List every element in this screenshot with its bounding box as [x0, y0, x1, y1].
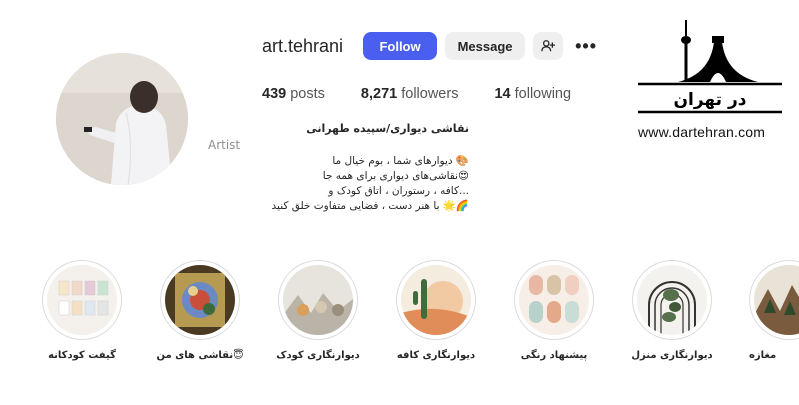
followers-count: 8,271 — [360, 86, 398, 102]
highlight-label: دیوارنگاری منزل — [631, 350, 713, 361]
highlight-ring — [42, 260, 122, 340]
highlight-cover — [401, 265, 471, 335]
more-options-button[interactable]: ••• — [571, 32, 601, 60]
highlight-item[interactable]: دیوارنگاری کودک — [263, 260, 373, 361]
profile-avatar[interactable] — [56, 53, 188, 185]
story-highlights: گیفت کودکانه 😇نقاشی های من دیوارنگاری کو… — [0, 260, 799, 370]
highlight-item[interactable]: دیوارنگاری منزل — [617, 260, 727, 361]
highlight-ring — [396, 260, 476, 340]
posts-label: posts — [290, 86, 325, 102]
highlight-cover — [637, 265, 707, 335]
profile-bio: نقاشی دیواری/سپیده طهرانی Artist 🎨 دیوار… — [208, 122, 469, 214]
following-count: 14 — [494, 86, 511, 102]
following-label: following — [514, 86, 572, 102]
highlight-item[interactable]: پیشنهاد رنگی — [499, 260, 609, 361]
highlight-ring — [749, 260, 799, 340]
followers-label: followers — [401, 86, 459, 102]
highlight-cover — [283, 265, 353, 335]
highlight-cover — [519, 265, 589, 335]
bio-line: 🎨 دیوارهای شما ، بوم خیال ما — [332, 155, 469, 167]
bio-line: 🌈🌟 با هنر دست ، فضایی متفاوت خلق کنید — [271, 200, 469, 212]
following-stat[interactable]: 14 following — [494, 86, 571, 102]
highlight-cover — [47, 265, 117, 335]
followers-stat[interactable]: 8,271 followers — [361, 86, 459, 102]
suggest-users-button[interactable] — [533, 32, 564, 60]
highlight-cover — [754, 265, 799, 335]
bio-line: ...کافه ، رستوران ، اتاق کودک و — [328, 185, 469, 197]
bio-full-name: نقاشی دیواری/سپیده طهرانی — [306, 122, 469, 135]
highlight-item[interactable]: گیفت کودکانه — [27, 260, 137, 361]
highlight-label: گیفت کودکانه — [48, 350, 116, 361]
posts-stat: 439 posts — [262, 86, 325, 102]
username: art.tehrani — [262, 35, 344, 56]
highlight-cover — [165, 265, 235, 335]
follow-button[interactable]: Follow — [363, 32, 438, 60]
highlight-item[interactable]: 😇نقاشی های من — [145, 260, 255, 361]
highlight-item[interactable]: دیوارنگاری کافه — [381, 260, 491, 361]
highlight-ring — [514, 260, 594, 340]
highlight-label: پیشنهاد رنگی — [520, 350, 588, 361]
highlight-label: مغازه — [749, 350, 777, 361]
posts-count: 439 — [262, 86, 287, 102]
highlight-ring — [278, 260, 358, 340]
highlight-ring — [632, 260, 712, 340]
logo-url: www.dartehran.com — [638, 124, 766, 140]
add-user-icon — [541, 40, 556, 52]
message-button[interactable]: Message — [445, 32, 526, 60]
logo-title: در تهران — [674, 90, 747, 110]
highlight-label: دیوارنگاری کافه — [396, 350, 476, 361]
highlight-label: 😇نقاشی های من — [156, 350, 244, 361]
bio-category: Artist — [208, 138, 241, 152]
highlight-ring — [160, 260, 240, 340]
profile-header-row: art.tehrani Follow Message ••• — [262, 31, 601, 61]
highlight-label: دیوارنگاری کودک — [276, 350, 360, 361]
profile-stats: 439 posts 8,271 followers 14 following — [262, 86, 607, 102]
highlight-item[interactable]: مغازه — [735, 260, 799, 361]
bio-line: 😍نقاشی‌های دیواری برای همه جا — [322, 170, 469, 182]
